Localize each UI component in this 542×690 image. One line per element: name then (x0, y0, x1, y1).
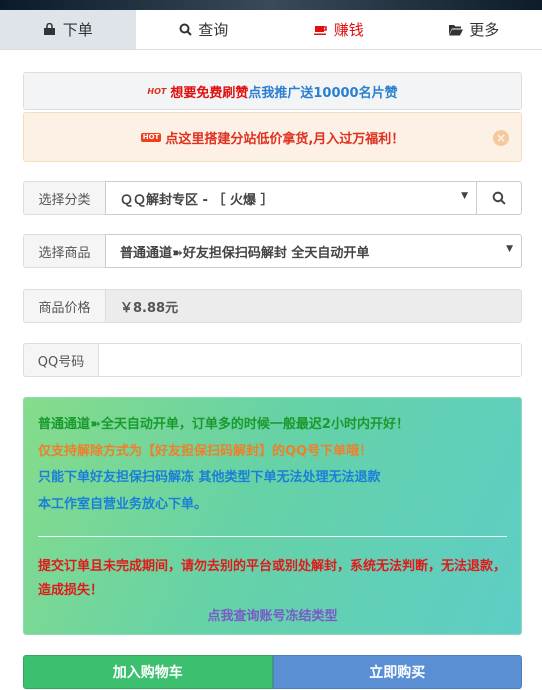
action-buttons: 加入购物车 立即购买 (23, 655, 522, 689)
close-icon[interactable]: × (493, 130, 509, 146)
tab-query-label: 查询 (198, 21, 229, 39)
tab-order[interactable]: 下单 (0, 10, 136, 49)
tab-query[interactable]: 查询 (136, 10, 272, 49)
product-select[interactable]: 普通通道➽好友担保扫码解封 全天自动开单 ▼ (105, 234, 522, 268)
category-row: 选择分类 ＱＱ解封专区 - ［ 火爆 ］ ▼ (23, 181, 522, 215)
chevron-down-icon: ▼ (506, 244, 513, 254)
product-select-value: 普通通道➽好友担保扫码解封 全天自动开单 (120, 245, 370, 261)
tab-earn-label: 赚钱 (333, 21, 364, 39)
info-box: 普通通道➽全天自动开单，订单多的时候一般最迟2小时内开好！ 仅支持解除方式为【好… (23, 397, 522, 635)
info-line-1: 普通通道➽全天自动开单，订单多的时候一般最迟2小时内开好！ (38, 417, 409, 432)
category-select-value: ＱＱ解封专区 - ［ 火爆 ］ (120, 192, 274, 208)
coffee-cup-icon (313, 23, 328, 37)
freeze-type-query-link[interactable]: 点我查询账号冻结类型 (24, 605, 521, 624)
folder-open-icon (449, 23, 464, 37)
order-panel: HOT 想要免费刷赞 点我推广送10000名片赞 HOT 点这里搭建分站低价拿货… (0, 50, 542, 690)
search-icon (178, 23, 192, 37)
tab-more[interactable]: 更多 (407, 10, 542, 49)
buy-now-button[interactable]: 立即购买 (272, 655, 522, 689)
qq-input[interactable] (98, 343, 522, 377)
top-background (0, 0, 542, 10)
chevron-down-icon: ▼ (461, 191, 468, 201)
hot-badge: HOT (140, 132, 162, 142)
promo-free-likes-text: 想要免费刷赞 (170, 85, 249, 101)
info-line-3: 只能下单好友担保扫码解冻 其他类型下单无法处理无法退款 (38, 470, 381, 485)
warning-text: 提交订单且未完成期间，请勿去别的平台或别处解封，系统无法判断，无法退款，造成损失… (38, 559, 507, 598)
price-label: 商品价格 (23, 289, 105, 323)
product-row: 选择商品 普通通道➽好友担保扫码解封 全天自动开单 ▼ (23, 234, 522, 268)
tab-order-label: 下单 (62, 21, 93, 39)
promo-free-likes-link[interactable]: HOT 想要免费刷赞 点我推广送10000名片赞 (23, 72, 522, 110)
substation-notice-text: 点这里搭建分站低价拿货,月入过万福利！ (165, 131, 405, 147)
hot-badge: HOT (147, 86, 167, 96)
info-line-2: 仅支持解除方式为【好友担保扫码解封】的QQ号下单哦！ (38, 443, 373, 459)
substation-notice[interactable]: HOT 点这里搭建分站低价拿货,月入过万福利！ × (23, 112, 522, 162)
divider (38, 536, 507, 537)
category-search-button[interactable] (477, 181, 522, 215)
category-label: 选择分类 (23, 181, 105, 215)
info-line-4: 本工作室自营业务放心下单。 (38, 496, 208, 512)
tab-earn[interactable]: 赚钱 (271, 10, 407, 49)
add-to-cart-button[interactable]: 加入购物车 (23, 655, 273, 689)
qq-row: QQ号码 (23, 343, 522, 377)
product-label: 选择商品 (23, 234, 105, 268)
tab-more-label: 更多 (469, 21, 500, 39)
price-row: 商品价格 ￥8.88元 (23, 289, 522, 323)
shopping-bag-icon (43, 23, 57, 37)
price-value: ￥8.88元 (105, 289, 522, 323)
top-nav: 下单 查询 赚钱 更多 (0, 10, 542, 50)
qq-label: QQ号码 (23, 343, 98, 377)
search-icon (492, 191, 506, 205)
category-select[interactable]: ＱＱ解封专区 - ［ 火爆 ］ ▼ (105, 181, 477, 215)
promo-free-likes-link-text: 点我推广送10000名片赞 (248, 85, 398, 101)
